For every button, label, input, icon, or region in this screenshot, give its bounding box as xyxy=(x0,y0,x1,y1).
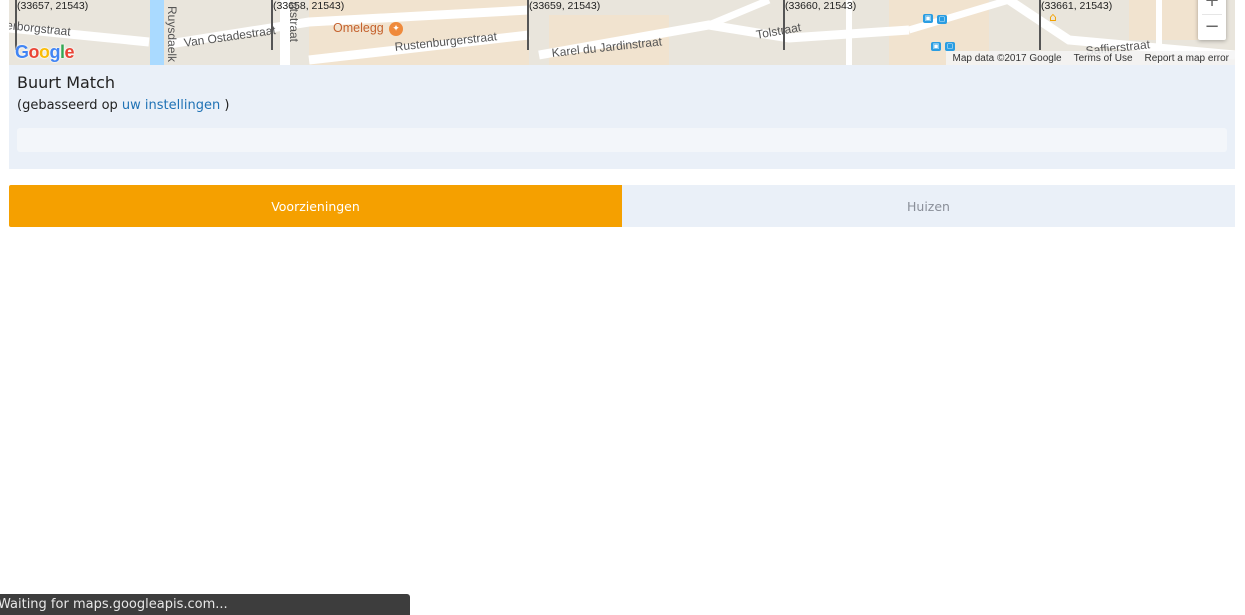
settings-link[interactable]: uw instellingen xyxy=(122,98,220,113)
street-label: Ruysdaelk xyxy=(165,6,179,63)
tab-bar: Voorzieningen Huizen xyxy=(9,185,1235,227)
tram-stop-icon[interactable]: ▣ xyxy=(931,42,941,51)
tile-coordinate-label: (33657, 21543) xyxy=(17,0,89,12)
map[interactable]: (33657, 21543) (33658, 21543) (33659, 21… xyxy=(9,0,1235,65)
page: (33657, 21543) (33658, 21543) (33659, 21… xyxy=(0,0,1245,615)
zoom-out-button[interactable]: − xyxy=(1198,16,1226,38)
status-text: Waiting for maps.googleapis.com... xyxy=(0,597,228,612)
zoom-in-button[interactable]: + xyxy=(1198,0,1226,12)
street-label: ntstraat xyxy=(287,2,301,43)
tram-stop-icon[interactable]: ▣ xyxy=(923,14,933,23)
google-logo[interactable]: Google xyxy=(15,42,75,63)
tile-coordinate-label: (33659, 21543) xyxy=(529,0,601,12)
tile-coordinate-label: (33658, 21543) xyxy=(273,0,345,12)
match-score-bar xyxy=(17,128,1227,152)
tab-voorzieningen[interactable]: Voorzieningen xyxy=(9,185,622,227)
bus-stop-icon[interactable]: ▢ xyxy=(945,42,955,51)
terms-of-use-link[interactable]: Terms of Use xyxy=(1074,53,1133,64)
tab-huizen[interactable]: Huizen xyxy=(622,185,1235,227)
subtitle-suffix: ) xyxy=(220,98,230,113)
zoom-separator xyxy=(1202,14,1222,15)
zoom-control: + − xyxy=(1198,0,1226,40)
home-marker-icon[interactable]: ⌂ xyxy=(1049,10,1057,24)
poi-label[interactable]: Omelegg xyxy=(333,21,384,35)
buurt-match-panel: Buurt Match (gebasseerd op uw instelling… xyxy=(9,65,1235,169)
panel-title: Buurt Match xyxy=(17,73,116,92)
map-attribution: Map data ©2017 Google Terms of Use Repor… xyxy=(946,51,1235,65)
subtitle-prefix: (gebasseerd op xyxy=(17,98,122,113)
browser-status-bar: Waiting for maps.googleapis.com... xyxy=(0,594,410,615)
report-map-error-link[interactable]: Report a map error xyxy=(1145,53,1229,64)
bus-stop-icon[interactable]: ▢ xyxy=(937,15,947,24)
panel-subtitle: (gebasseerd op uw instellingen ) xyxy=(17,98,229,113)
map-data-credit: Map data ©2017 Google xyxy=(952,52,1062,64)
tile-coordinate-label: (33660, 21543) xyxy=(785,0,857,12)
restaurant-icon[interactable]: ✦ xyxy=(389,22,403,36)
